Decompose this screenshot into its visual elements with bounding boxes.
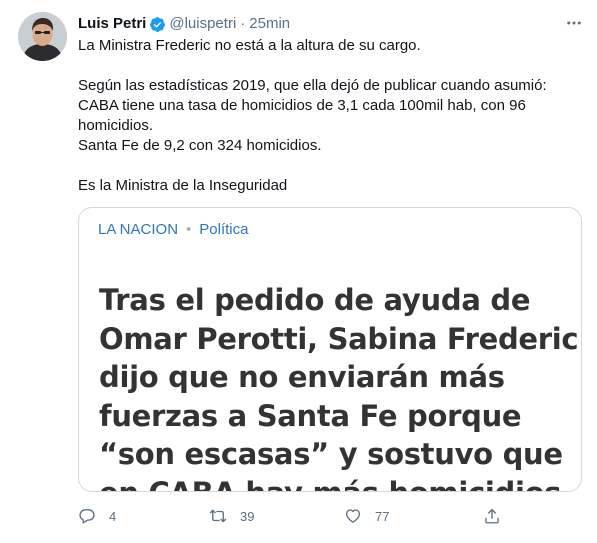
heart-icon [345, 509, 361, 523]
card-source: LA NACION • Política [98, 220, 249, 240]
retweet-button[interactable]: 39 [209, 505, 254, 527]
link-card[interactable]: LA NACION • Política Tras el pedido de ayu… [78, 207, 582, 492]
more-options-icon[interactable] [563, 12, 585, 34]
author-name[interactable]: Luis Petri [78, 14, 146, 34]
header-separator: · [240, 15, 246, 32]
share-button[interactable] [483, 505, 501, 527]
tweet-line: CABA tiene una tasa de homicidios de 3,1… [78, 97, 526, 134]
reply-count: 4 [109, 508, 117, 524]
tweet-actions: 4 39 77 [78, 505, 508, 527]
author-handle[interactable]: @luispetri [169, 14, 236, 34]
verified-badge-icon [149, 16, 166, 33]
like-count: 77 [375, 508, 390, 524]
like-button[interactable]: 77 [344, 505, 389, 527]
card-section: Política [199, 221, 249, 238]
tweet-line: Santa Fe de 9,2 con 324 homicidios. [78, 137, 322, 154]
card-source-name: LA NACION [98, 221, 179, 238]
tweet-text: La Ministra Frederic no está a la altura… [78, 36, 578, 196]
tweet[interactable]: Luis Petri @luispetri · 25min La Ministr… [0, 0, 597, 543]
share-icon [485, 508, 499, 524]
reply-icon [79, 509, 95, 524]
tweet-line: Según las estadísticas 2019, que ella de… [78, 77, 547, 94]
retweet-count: 39 [240, 508, 255, 524]
tweet-line: Es la Ministra de la Inseguridad [78, 177, 288, 194]
reply-button[interactable]: 4 [78, 505, 116, 527]
avatar-photo [18, 12, 67, 61]
tweet-header: Luis Petri @luispetri · 25min [78, 14, 290, 34]
tweet-line: La Ministra Frederic no está a la altura… [78, 37, 421, 54]
retweet-icon [209, 509, 227, 523]
avatar[interactable] [18, 12, 67, 61]
card-source-separator: • [186, 221, 192, 238]
tweet-timestamp[interactable]: 25min [249, 14, 290, 34]
card-headline: Tras el pedido de ayuda de Omar Perotti,… [99, 283, 579, 491]
